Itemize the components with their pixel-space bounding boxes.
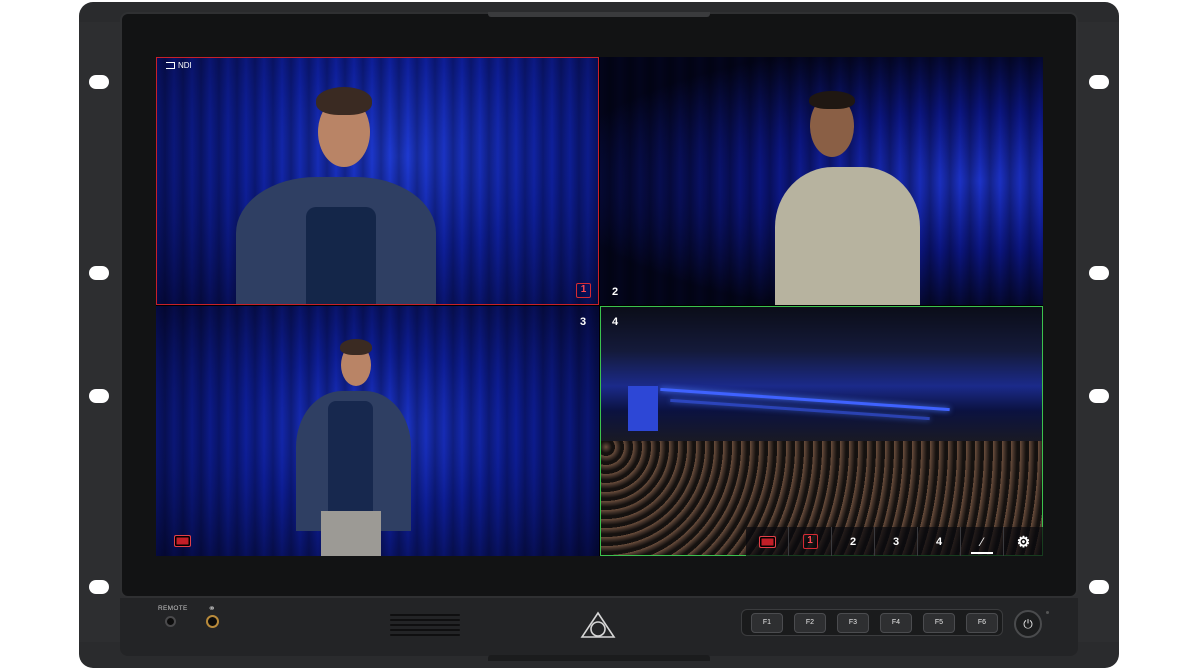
bottom-lip (488, 655, 710, 661)
status-led (1046, 611, 1049, 614)
gear-icon: ⚙ (1016, 533, 1031, 551)
rack-hole (89, 580, 109, 594)
record-button[interactable] (746, 527, 788, 556)
rack-hole (89, 75, 109, 89)
record-status-icon (174, 535, 191, 547)
presenter-shirt (328, 401, 373, 526)
settings-button[interactable]: ⚙ (1004, 527, 1043, 556)
presenter-hair (316, 87, 372, 115)
power-button[interactable]: ⏻ (1014, 610, 1042, 638)
record-icon (758, 535, 776, 548)
cut-transition-button[interactable]: ⁄ (961, 527, 1003, 556)
presenter-hair (809, 91, 855, 109)
stage-light-strip (670, 398, 930, 421)
camera-4-label: 4 (935, 535, 943, 548)
rack-hole (89, 389, 109, 403)
stage-screen (628, 386, 658, 431)
ndi-input-label: NDI (166, 61, 192, 70)
camera-2-button[interactable]: 2 (832, 527, 874, 556)
f2-button[interactable]: F2 (794, 613, 826, 633)
bezel-top-lip (488, 12, 710, 17)
presenter-shirt (306, 207, 376, 305)
grille-slot (390, 614, 460, 616)
camera-3-button[interactable]: 3 (875, 527, 917, 556)
grille-slot (390, 629, 460, 631)
rack-hole (1089, 75, 1109, 89)
f3-button[interactable]: F3 (837, 613, 869, 633)
cut-icon: ⁄ (980, 534, 983, 549)
rack-hole (1089, 266, 1109, 280)
f5-button[interactable]: F5 (923, 613, 955, 633)
camera-number-label: 2 (612, 286, 619, 298)
camera-1-label: 1 (802, 534, 818, 549)
f6-button[interactable]: F6 (966, 613, 998, 633)
camera-4-button[interactable]: 4 (918, 527, 960, 556)
camera-number-label: 3 (580, 316, 587, 328)
speaker-grille (390, 612, 460, 640)
f4-button[interactable]: F4 (880, 613, 912, 633)
camera-view-1[interactable]: NDI 1 (156, 57, 599, 305)
rack-hole (1089, 389, 1109, 403)
presenter-hair (340, 339, 372, 355)
camera-view-4[interactable]: 4 (600, 306, 1043, 556)
f1-button[interactable]: F1 (751, 613, 783, 633)
multiview-screen: NDI 1 2 3 4 1 2 3 4 ⁄ ⚙ (156, 57, 1043, 556)
rack-hole (89, 266, 109, 280)
switcher-toolbar: 1 2 3 4 ⁄ ⚙ (746, 527, 1043, 556)
presenter-trousers (321, 511, 381, 556)
rack-hole (1089, 580, 1109, 594)
camera-2-label: 2 (849, 535, 857, 548)
selected-indicator (971, 552, 993, 554)
atomos-logo (580, 611, 616, 638)
camera-1-button[interactable]: 1 (789, 527, 831, 556)
ndi-text: NDI (178, 61, 192, 70)
grille-slot (390, 619, 460, 621)
camera-view-2[interactable]: 2 (600, 57, 1043, 305)
camera-view-3[interactable]: 3 (156, 306, 599, 556)
presenter-body (775, 167, 920, 305)
camera-3-label: 3 (892, 535, 900, 548)
power-icon: ⏻ (1023, 617, 1033, 631)
remote-port[interactable] (165, 616, 176, 627)
program-number-badge: 1 (576, 283, 591, 298)
grille-slot (390, 624, 460, 626)
input-icon (166, 62, 175, 69)
remote-label: REMOTE (158, 605, 188, 612)
headphone-icon: ⚭ (208, 603, 216, 613)
camera-number-label: 4 (612, 316, 619, 328)
grille-slot (390, 634, 460, 636)
headphone-jack[interactable] (206, 615, 219, 628)
